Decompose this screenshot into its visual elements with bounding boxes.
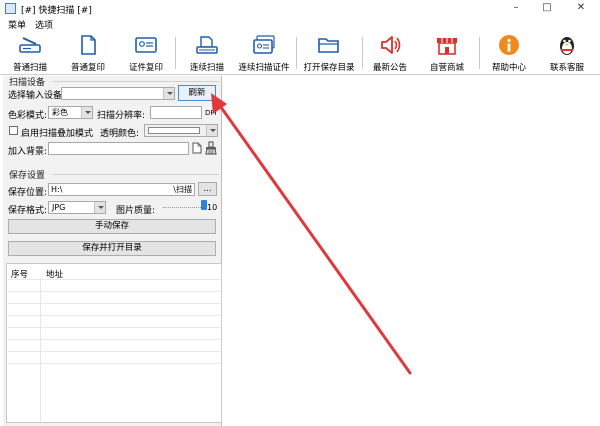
normal-copy-button[interactable]: 普通复印 xyxy=(64,34,112,73)
transparent-color-select[interactable] xyxy=(144,124,218,137)
color-mode-label: 色彩模式: xyxy=(8,111,48,121)
info-icon xyxy=(499,35,519,55)
toolbar-divider xyxy=(175,37,176,69)
title-bar: [#] 快捷扫描 [#] – □ ✕ xyxy=(0,0,600,17)
group-divider xyxy=(53,81,219,82)
chevron-down-icon[interactable] xyxy=(206,125,217,136)
overlay-mode-checkbox[interactable] xyxy=(9,126,18,135)
table-row xyxy=(8,291,220,292)
image-quality-value: 10 xyxy=(207,203,218,212)
menu-bar: 菜单 选项 xyxy=(0,17,600,31)
store-button[interactable]: 自营商城 xyxy=(424,34,470,73)
toolbar-divider xyxy=(362,37,363,69)
resolution-unit: DPI xyxy=(205,109,217,117)
color-mode-select[interactable]: 彩色 xyxy=(48,106,93,119)
background-input[interactable] xyxy=(48,142,189,155)
resolution-input[interactable] xyxy=(150,106,202,119)
brush-icon[interactable] xyxy=(204,141,218,155)
help-center-label: 帮助中心 xyxy=(491,63,526,73)
table-row xyxy=(8,327,220,328)
color-mode-value: 彩色 xyxy=(52,108,68,117)
contact-support-button[interactable]: 联系客服 xyxy=(544,34,590,73)
scan-device-group-title: 扫描设备 xyxy=(9,78,46,88)
chevron-down-icon[interactable] xyxy=(94,202,105,213)
speaker-icon xyxy=(381,36,401,54)
overlay-mode-label: 启用扫描叠加模式 xyxy=(21,129,94,139)
continuous-scan-label: 连续扫描 xyxy=(189,63,224,73)
menu-item-menu[interactable]: 菜单 xyxy=(8,18,26,31)
column-divider xyxy=(40,278,41,422)
table-row xyxy=(8,315,220,316)
save-settings-group-title: 保存设置 xyxy=(9,171,46,181)
open-save-folder-button[interactable]: 打开保存目录 xyxy=(300,34,358,73)
scanner-stack-icon xyxy=(196,36,218,54)
normal-copy-label: 普通复印 xyxy=(70,63,105,73)
window-title: [#] 快捷扫描 [#] xyxy=(21,6,92,16)
background-label: 加入背景: xyxy=(8,147,48,157)
table-row xyxy=(8,279,220,280)
store-label: 自营商城 xyxy=(429,63,464,73)
chevron-down-icon[interactable] xyxy=(81,107,92,118)
news-button[interactable]: 最新公告 xyxy=(367,34,413,73)
scanner-icon xyxy=(19,37,41,53)
help-center-button[interactable]: 帮助中心 xyxy=(486,34,532,73)
id-copy-label: 证件复印 xyxy=(128,63,163,73)
id-card-icon xyxy=(135,37,157,53)
save-format-value: JPG xyxy=(52,203,66,212)
image-quality-label: 图片质量: xyxy=(116,206,156,216)
maximize-button[interactable]: □ xyxy=(540,2,554,14)
continuous-scan-button[interactable]: 连续扫描 xyxy=(183,34,231,73)
table-row xyxy=(8,303,220,304)
toolbar-divider xyxy=(479,37,480,69)
save-location-input[interactable]: H:\ \扫描 xyxy=(48,183,195,196)
browse-button[interactable]: ... xyxy=(198,182,217,196)
app-icon xyxy=(5,3,16,14)
news-label: 最新公告 xyxy=(372,63,407,73)
resolution-label: 扫描分辨率: xyxy=(97,111,146,121)
save-format-label: 保存格式: xyxy=(8,206,48,216)
continuous-scan-id-label: 连续扫描证件 xyxy=(238,63,290,73)
save-location-suffix: \扫描 xyxy=(173,185,192,194)
file-list-table[interactable]: 序号 地址 xyxy=(6,263,222,423)
chevron-down-icon[interactable] xyxy=(163,88,174,99)
id-card-stack-icon xyxy=(253,35,275,54)
color-swatch xyxy=(148,127,200,134)
folder-icon xyxy=(318,38,339,53)
minimize-button[interactable]: – xyxy=(509,2,523,14)
table-row xyxy=(8,339,220,340)
menu-item-options[interactable]: 选项 xyxy=(35,18,53,31)
file-browse-icon[interactable] xyxy=(191,142,203,154)
save-location-label: 保存位置: xyxy=(8,188,48,198)
qq-penguin-icon xyxy=(560,37,574,55)
table-row xyxy=(8,351,220,352)
close-button[interactable]: ✕ xyxy=(574,2,588,14)
table-row xyxy=(8,363,220,364)
store-icon xyxy=(437,38,457,55)
save-format-select[interactable]: JPG xyxy=(48,201,106,214)
refresh-button[interactable]: 刷新 xyxy=(178,85,216,101)
preview-area xyxy=(223,76,600,426)
contact-support-label: 联系客服 xyxy=(549,63,584,73)
settings-panel: 扫描设备 选择输入设备: 刷新 色彩模式: 彩色 扫描分辨率: DPI 启用扫描… xyxy=(3,76,222,426)
save-and-open-folder-button[interactable]: 保存并打开目录 xyxy=(8,241,216,256)
id-copy-button[interactable]: 证件复印 xyxy=(122,34,170,73)
group-divider xyxy=(53,174,219,175)
toolbar-divider xyxy=(296,37,297,69)
device-label: 选择输入设备: xyxy=(8,91,66,101)
document-icon xyxy=(81,35,96,55)
continuous-scan-id-button[interactable]: 连续扫描证件 xyxy=(235,34,293,73)
normal-scan-button[interactable]: 普通扫描 xyxy=(6,34,54,73)
save-location-prefix: H:\ xyxy=(51,185,63,194)
manual-save-button[interactable]: 手动保存 xyxy=(8,219,216,234)
toolbar: 普通扫描 普通复印 证件复印 连续扫描 连续扫描证件 打开保存目录 最新公告 自… xyxy=(0,31,600,75)
device-select[interactable] xyxy=(61,87,175,100)
normal-scan-label: 普通扫描 xyxy=(12,63,47,73)
transparent-color-label: 透明颜色: xyxy=(100,129,140,139)
open-save-folder-label: 打开保存目录 xyxy=(303,63,355,73)
